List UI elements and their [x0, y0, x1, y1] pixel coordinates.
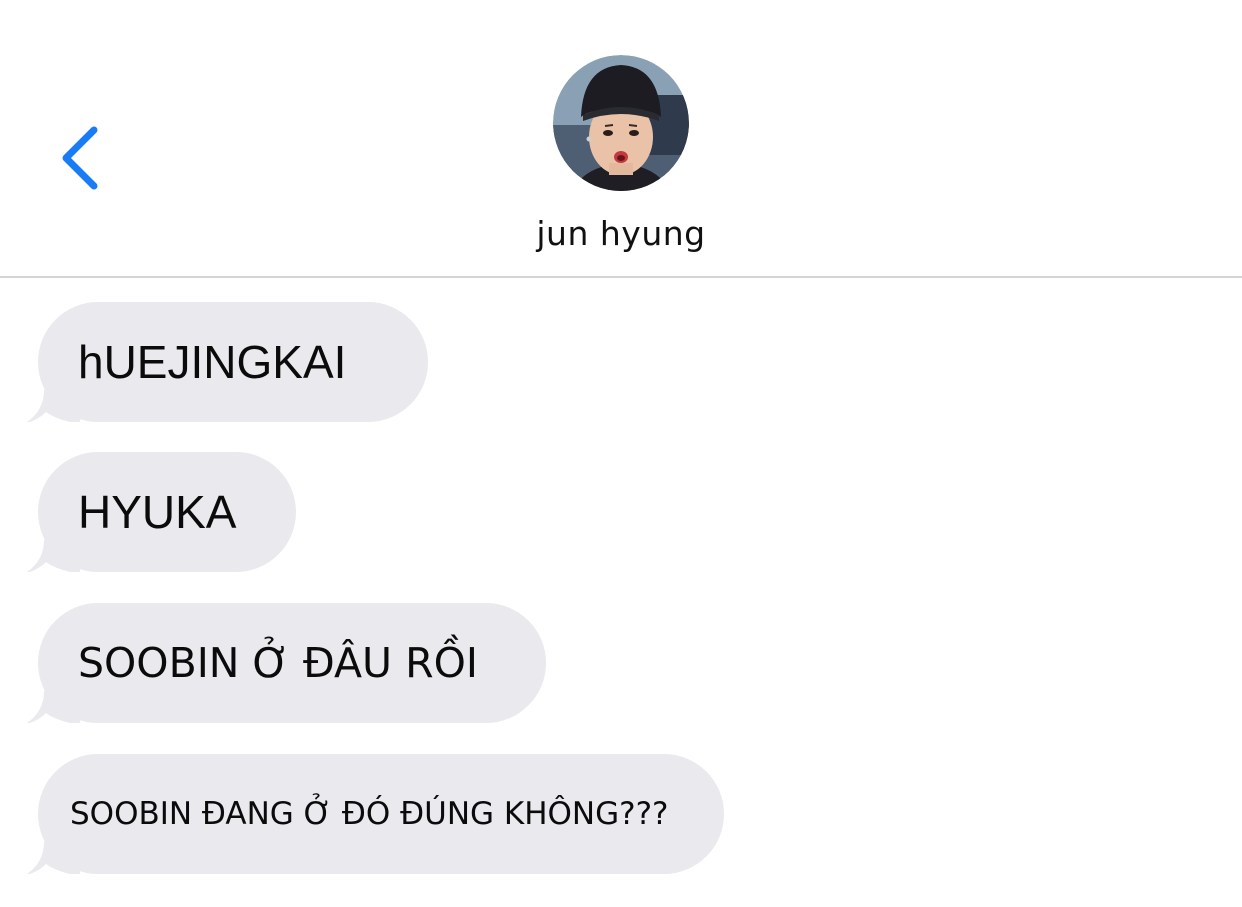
contact-name[interactable]: jun hyung: [0, 214, 1242, 253]
message-bubble[interactable]: HYUKA: [26, 452, 296, 572]
message-text: SOOBIN Ở ĐÂU RỒI: [78, 639, 478, 687]
bubble-tail: [24, 683, 80, 723]
message-text: SOOBIN ĐANG Ở ĐÓ ĐÚNG KHÔNG???: [70, 796, 669, 832]
message-bubble[interactable]: hUEJINGKAI: [26, 302, 428, 422]
contact-avatar[interactable]: [553, 55, 689, 191]
contact-avatar-photo: [553, 55, 689, 191]
bubble-tail: [24, 834, 80, 874]
back-button[interactable]: [44, 112, 114, 204]
bubble-tail: [24, 382, 80, 422]
conversation-header: jun hyung: [0, 0, 1242, 276]
message-bubble[interactable]: SOOBIN ĐANG Ở ĐÓ ĐÚNG KHÔNG???: [26, 754, 724, 874]
message-text: hUEJINGKAI: [78, 336, 347, 388]
message-text: HYUKA: [78, 486, 237, 538]
bubble-tail: [24, 532, 80, 572]
message-bubble[interactable]: SOOBIN Ở ĐÂU RỒI: [26, 603, 546, 723]
message-thread[interactable]: hUEJINGKAI HYUKA SOOBIN Ở ĐÂU RỒI SOOBIN…: [0, 278, 1242, 907]
chevron-left-icon: [62, 126, 98, 190]
